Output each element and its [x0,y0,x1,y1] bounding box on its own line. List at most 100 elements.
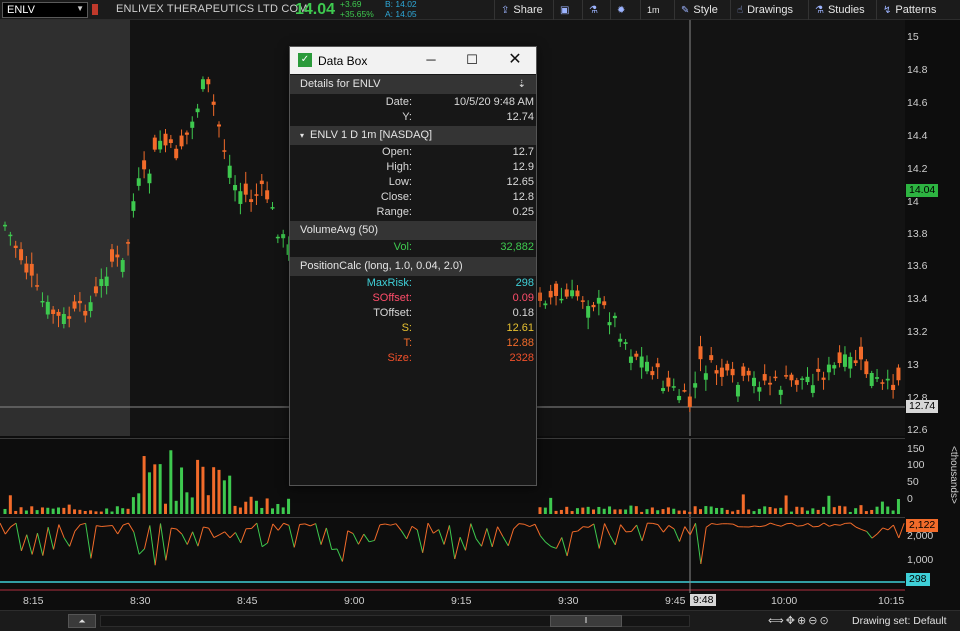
time-tick: 9:45 [665,595,686,607]
zoom-reset-icon[interactable]: ⊙ [819,615,830,627]
scrollbar-thumb[interactable]: ‖ [550,615,622,627]
indicator-segment [572,530,578,533]
studies-button[interactable]: ⚗ Studies [808,0,874,20]
volume-bar [260,507,264,514]
candle-body [19,249,24,261]
indicator-segment [358,533,365,545]
scroll-to-start-button[interactable]: ⏶ [68,614,96,628]
patterns-button[interactable]: ↯ Patterns [876,0,960,20]
share-button[interactable]: ⇪ Share [494,0,548,20]
volume-bar [741,494,745,514]
candle-body [832,365,837,369]
indicator-axis[interactable]: 2,122 2,000 1,000 298 [905,517,960,593]
volume-bar [581,507,585,514]
details-section-header: Details for ENLV ⇣ [290,75,536,94]
flag-icon[interactable] [92,4,98,15]
volume-bar [699,509,702,514]
price-tick: 13.2 [907,326,928,338]
candle-body [778,389,783,395]
volume-bar [570,511,574,514]
volume-bar [618,509,622,514]
indicator-segment [604,523,611,536]
time-axis[interactable]: 8:15 8:30 8:45 9:00 9:15 9:30 9:45 10:00… [0,593,960,610]
volume-bar [185,492,189,514]
volume-bar [233,505,237,514]
indicator-segment [20,534,28,552]
flask-button[interactable]: ⚗ [582,0,608,20]
candle-body [580,300,585,302]
candle-body [730,368,735,376]
candle-body [35,285,40,287]
volume-bar [158,464,162,514]
price-axis[interactable]: 15 14.8 14.6 14.4 14.2 14 13.8 13.6 13.4… [905,20,960,436]
price-tick: 14 [907,196,919,208]
bottom-bar: ⏶ ‖ ⟺✥⊕⊖⊙ Drawing set: Default [0,610,960,631]
symbol-input[interactable]: ENLV ▼ [2,2,88,18]
indicator-segment [882,527,889,531]
candle-body [110,249,114,262]
indicator-segment [555,537,563,549]
indicator-segment [823,522,830,527]
data-box-window[interactable]: ✓ Data Box ─ ☐ ✕ Details for ENLV ⇣ Date… [289,46,537,486]
indicator-segment [171,527,177,530]
drawing-set-selector[interactable]: Drawing set: Default [852,615,947,627]
indicator-pane[interactable] [0,517,905,594]
volume-bar [613,509,617,514]
indicator-segment [491,526,499,547]
maxrisk-label: MaxRisk: [366,277,412,289]
chevron-down-icon[interactable]: ▼ [76,4,84,13]
volume-bar [896,499,900,514]
pin-icon[interactable]: ⇣ [518,75,526,94]
volume-bar [142,456,146,514]
chart-settings-button[interactable]: ▣ [553,0,581,20]
indicator-segment [834,523,841,526]
indicator-segment [90,525,97,559]
time-tick: 10:15 [878,595,905,607]
volume-bar [736,509,740,514]
candle-body [623,342,628,344]
volume-bar [222,480,226,514]
zoom-out-icon[interactable]: ⊖ [808,615,819,627]
style-button[interactable]: ✎ Style [674,0,728,20]
indicator-segment [807,523,814,528]
volume-bar [806,510,809,514]
candle-body [227,165,232,178]
volume-bar [597,506,601,514]
pan-arrows-icon[interactable]: ⟺ [768,615,786,627]
indicator-segment [36,533,44,556]
indicator-segment [138,548,145,555]
volume-bar [271,508,274,514]
candle-body [158,140,163,150]
minimize-button[interactable]: ─ [416,49,446,71]
indicator-segment [438,529,445,545]
close-button[interactable]: ✕ [500,49,530,71]
indicator-segment [871,533,878,539]
candle-body [709,355,714,361]
maximize-button[interactable]: ☐ [457,49,487,71]
candle-body [645,361,649,372]
volume-bar [8,495,12,514]
volume-bar [843,506,847,514]
candle-body [136,178,141,186]
zoom-in-icon[interactable]: ⊕ [797,615,808,627]
volume-bar [864,511,868,514]
indicator-segment [347,530,354,535]
size-value: 2328 [509,352,534,364]
candle-body [826,364,831,373]
drawings-button[interactable]: ☝ Drawings [730,0,805,20]
candle-body [864,361,869,375]
indicator-segment [529,523,536,527]
volume-bar [693,506,697,514]
price-tick: 14.2 [907,163,928,175]
interval-button[interactable]: 1m [640,0,670,20]
gear-button[interactable]: ✹ [610,0,638,20]
ohlc-section-header[interactable]: ▾ ENLV 1 D 1m [NASDAQ] [290,126,536,145]
volume-bar [870,509,874,514]
volume-bar [62,507,66,514]
candle-body [848,356,853,369]
candle-body [735,384,740,397]
volume-bar [800,507,804,514]
move-icon[interactable]: ✥ [786,615,797,627]
window-titlebar[interactable]: ✓ Data Box ─ ☐ ✕ [290,47,536,74]
volume-bar [586,506,590,514]
